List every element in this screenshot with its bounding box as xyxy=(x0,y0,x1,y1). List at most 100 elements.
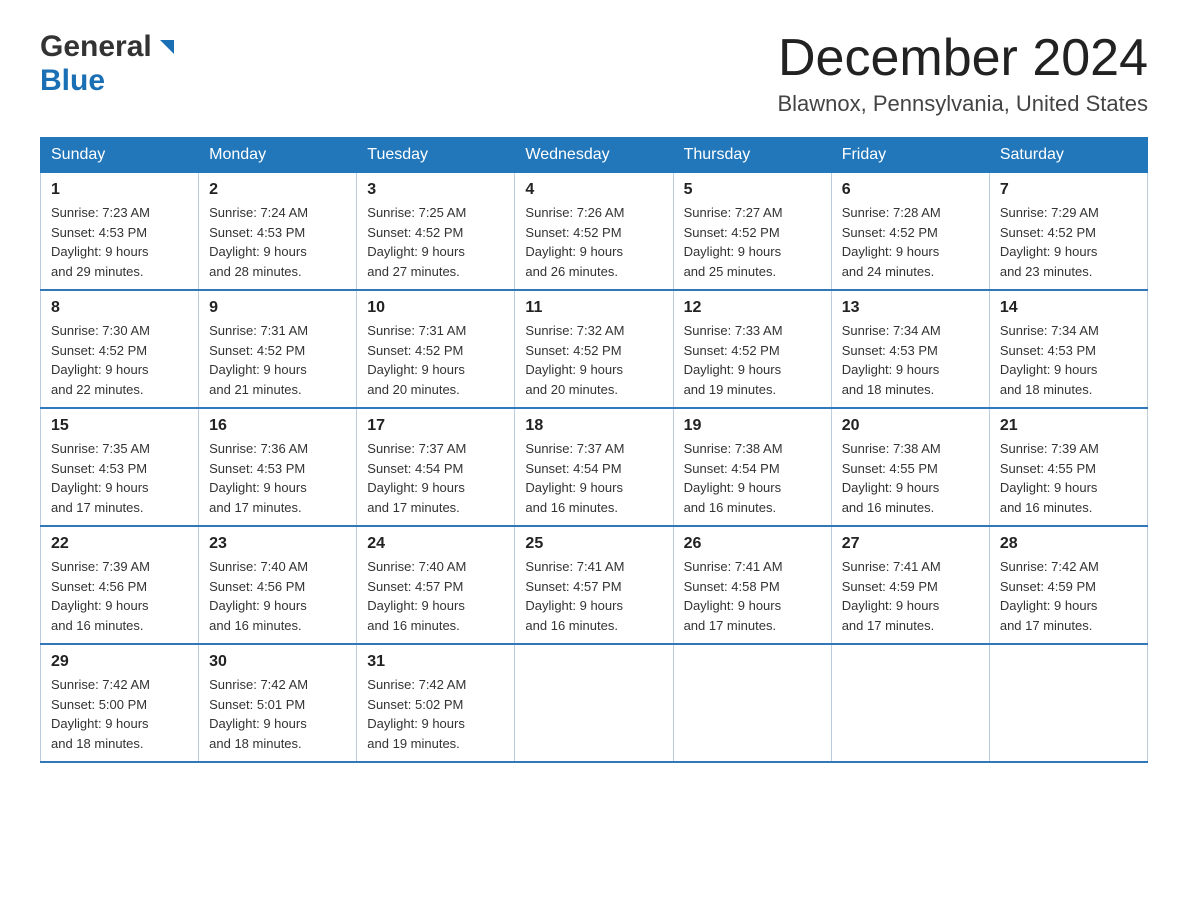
calendar-cell: 9 Sunrise: 7:31 AMSunset: 4:52 PMDayligh… xyxy=(199,290,357,408)
header-day-monday: Monday xyxy=(199,138,357,173)
day-number: 9 xyxy=(209,299,346,317)
week-row-3: 15 Sunrise: 7:35 AMSunset: 4:53 PMDaylig… xyxy=(41,408,1148,526)
calendar-cell: 12 Sunrise: 7:33 AMSunset: 4:52 PMDaylig… xyxy=(673,290,831,408)
day-info: Sunrise: 7:26 AMSunset: 4:52 PMDaylight:… xyxy=(525,203,662,281)
day-number: 6 xyxy=(842,181,979,199)
day-info: Sunrise: 7:40 AMSunset: 4:56 PMDaylight:… xyxy=(209,557,346,635)
day-number: 2 xyxy=(209,181,346,199)
calendar-cell xyxy=(831,644,989,762)
calendar-cell: 21 Sunrise: 7:39 AMSunset: 4:55 PMDaylig… xyxy=(989,408,1147,526)
calendar-cell: 4 Sunrise: 7:26 AMSunset: 4:52 PMDayligh… xyxy=(515,173,673,291)
day-number: 15 xyxy=(51,417,188,435)
calendar-body: 1 Sunrise: 7:23 AMSunset: 4:53 PMDayligh… xyxy=(41,173,1148,763)
day-info: Sunrise: 7:32 AMSunset: 4:52 PMDaylight:… xyxy=(525,321,662,399)
header-day-tuesday: Tuesday xyxy=(357,138,515,173)
logo: General Blue xyxy=(40,30,178,98)
day-number: 31 xyxy=(367,653,504,671)
day-info: Sunrise: 7:23 AMSunset: 4:53 PMDaylight:… xyxy=(51,203,188,281)
calendar-cell: 1 Sunrise: 7:23 AMSunset: 4:53 PMDayligh… xyxy=(41,173,199,291)
header-row: SundayMondayTuesdayWednesdayThursdayFrid… xyxy=(41,138,1148,173)
week-row-4: 22 Sunrise: 7:39 AMSunset: 4:56 PMDaylig… xyxy=(41,526,1148,644)
calendar-cell: 27 Sunrise: 7:41 AMSunset: 4:59 PMDaylig… xyxy=(831,526,989,644)
day-number: 22 xyxy=(51,535,188,553)
day-info: Sunrise: 7:25 AMSunset: 4:52 PMDaylight:… xyxy=(367,203,504,281)
day-info: Sunrise: 7:38 AMSunset: 4:54 PMDaylight:… xyxy=(684,439,821,517)
page-header: General Blue December 2024 Blawnox, Penn… xyxy=(40,30,1148,117)
day-info: Sunrise: 7:30 AMSunset: 4:52 PMDaylight:… xyxy=(51,321,188,399)
calendar-cell xyxy=(673,644,831,762)
day-number: 3 xyxy=(367,181,504,199)
day-number: 27 xyxy=(842,535,979,553)
calendar-cell: 16 Sunrise: 7:36 AMSunset: 4:53 PMDaylig… xyxy=(199,408,357,526)
calendar-cell: 15 Sunrise: 7:35 AMSunset: 4:53 PMDaylig… xyxy=(41,408,199,526)
day-info: Sunrise: 7:42 AMSunset: 5:01 PMDaylight:… xyxy=(209,675,346,753)
day-info: Sunrise: 7:41 AMSunset: 4:57 PMDaylight:… xyxy=(525,557,662,635)
day-info: Sunrise: 7:41 AMSunset: 4:58 PMDaylight:… xyxy=(684,557,821,635)
header-day-thursday: Thursday xyxy=(673,138,831,173)
calendar-cell: 8 Sunrise: 7:30 AMSunset: 4:52 PMDayligh… xyxy=(41,290,199,408)
header-day-sunday: Sunday xyxy=(41,138,199,173)
calendar-table: SundayMondayTuesdayWednesdayThursdayFrid… xyxy=(40,137,1148,763)
calendar-cell: 7 Sunrise: 7:29 AMSunset: 4:52 PMDayligh… xyxy=(989,173,1147,291)
calendar-cell: 17 Sunrise: 7:37 AMSunset: 4:54 PMDaylig… xyxy=(357,408,515,526)
day-number: 28 xyxy=(1000,535,1137,553)
calendar-cell: 26 Sunrise: 7:41 AMSunset: 4:58 PMDaylig… xyxy=(673,526,831,644)
day-info: Sunrise: 7:35 AMSunset: 4:53 PMDaylight:… xyxy=(51,439,188,517)
calendar-cell xyxy=(989,644,1147,762)
calendar-cell: 22 Sunrise: 7:39 AMSunset: 4:56 PMDaylig… xyxy=(41,526,199,644)
day-number: 1 xyxy=(51,181,188,199)
day-number: 21 xyxy=(1000,417,1137,435)
calendar-cell: 13 Sunrise: 7:34 AMSunset: 4:53 PMDaylig… xyxy=(831,290,989,408)
day-info: Sunrise: 7:42 AMSunset: 4:59 PMDaylight:… xyxy=(1000,557,1137,635)
calendar-cell: 11 Sunrise: 7:32 AMSunset: 4:52 PMDaylig… xyxy=(515,290,673,408)
calendar-cell: 19 Sunrise: 7:38 AMSunset: 4:54 PMDaylig… xyxy=(673,408,831,526)
day-info: Sunrise: 7:29 AMSunset: 4:52 PMDaylight:… xyxy=(1000,203,1137,281)
day-info: Sunrise: 7:42 AMSunset: 5:02 PMDaylight:… xyxy=(367,675,504,753)
day-info: Sunrise: 7:27 AMSunset: 4:52 PMDaylight:… xyxy=(684,203,821,281)
week-row-5: 29 Sunrise: 7:42 AMSunset: 5:00 PMDaylig… xyxy=(41,644,1148,762)
day-info: Sunrise: 7:28 AMSunset: 4:52 PMDaylight:… xyxy=(842,203,979,281)
calendar-cell: 10 Sunrise: 7:31 AMSunset: 4:52 PMDaylig… xyxy=(357,290,515,408)
header-day-friday: Friday xyxy=(831,138,989,173)
day-info: Sunrise: 7:24 AMSunset: 4:53 PMDaylight:… xyxy=(209,203,346,281)
calendar-cell: 28 Sunrise: 7:42 AMSunset: 4:59 PMDaylig… xyxy=(989,526,1147,644)
day-info: Sunrise: 7:31 AMSunset: 4:52 PMDaylight:… xyxy=(367,321,504,399)
logo-arrow-icon xyxy=(156,36,178,63)
day-number: 29 xyxy=(51,653,188,671)
header-day-wednesday: Wednesday xyxy=(515,138,673,173)
day-number: 17 xyxy=(367,417,504,435)
day-info: Sunrise: 7:34 AMSunset: 4:53 PMDaylight:… xyxy=(842,321,979,399)
day-number: 24 xyxy=(367,535,504,553)
day-number: 12 xyxy=(684,299,821,317)
day-info: Sunrise: 7:36 AMSunset: 4:53 PMDaylight:… xyxy=(209,439,346,517)
day-info: Sunrise: 7:31 AMSunset: 4:52 PMDaylight:… xyxy=(209,321,346,399)
day-info: Sunrise: 7:38 AMSunset: 4:55 PMDaylight:… xyxy=(842,439,979,517)
calendar-cell xyxy=(515,644,673,762)
logo-general-text: General xyxy=(40,30,152,64)
day-info: Sunrise: 7:37 AMSunset: 4:54 PMDaylight:… xyxy=(367,439,504,517)
day-number: 11 xyxy=(525,299,662,317)
day-info: Sunrise: 7:42 AMSunset: 5:00 PMDaylight:… xyxy=(51,675,188,753)
calendar-cell: 31 Sunrise: 7:42 AMSunset: 5:02 PMDaylig… xyxy=(357,644,515,762)
location-title: Blawnox, Pennsylvania, United States xyxy=(777,91,1148,117)
calendar-cell: 20 Sunrise: 7:38 AMSunset: 4:55 PMDaylig… xyxy=(831,408,989,526)
calendar-cell: 30 Sunrise: 7:42 AMSunset: 5:01 PMDaylig… xyxy=(199,644,357,762)
day-number: 14 xyxy=(1000,299,1137,317)
day-number: 30 xyxy=(209,653,346,671)
day-info: Sunrise: 7:39 AMSunset: 4:55 PMDaylight:… xyxy=(1000,439,1137,517)
day-number: 8 xyxy=(51,299,188,317)
header-day-saturday: Saturday xyxy=(989,138,1147,173)
day-number: 20 xyxy=(842,417,979,435)
calendar-cell: 6 Sunrise: 7:28 AMSunset: 4:52 PMDayligh… xyxy=(831,173,989,291)
logo-blue-text: Blue xyxy=(40,64,105,98)
day-number: 18 xyxy=(525,417,662,435)
calendar-cell: 24 Sunrise: 7:40 AMSunset: 4:57 PMDaylig… xyxy=(357,526,515,644)
month-title: December 2024 xyxy=(777,30,1148,87)
calendar-cell: 25 Sunrise: 7:41 AMSunset: 4:57 PMDaylig… xyxy=(515,526,673,644)
week-row-2: 8 Sunrise: 7:30 AMSunset: 4:52 PMDayligh… xyxy=(41,290,1148,408)
week-row-1: 1 Sunrise: 7:23 AMSunset: 4:53 PMDayligh… xyxy=(41,173,1148,291)
calendar-cell: 3 Sunrise: 7:25 AMSunset: 4:52 PMDayligh… xyxy=(357,173,515,291)
day-info: Sunrise: 7:34 AMSunset: 4:53 PMDaylight:… xyxy=(1000,321,1137,399)
day-number: 19 xyxy=(684,417,821,435)
day-number: 16 xyxy=(209,417,346,435)
